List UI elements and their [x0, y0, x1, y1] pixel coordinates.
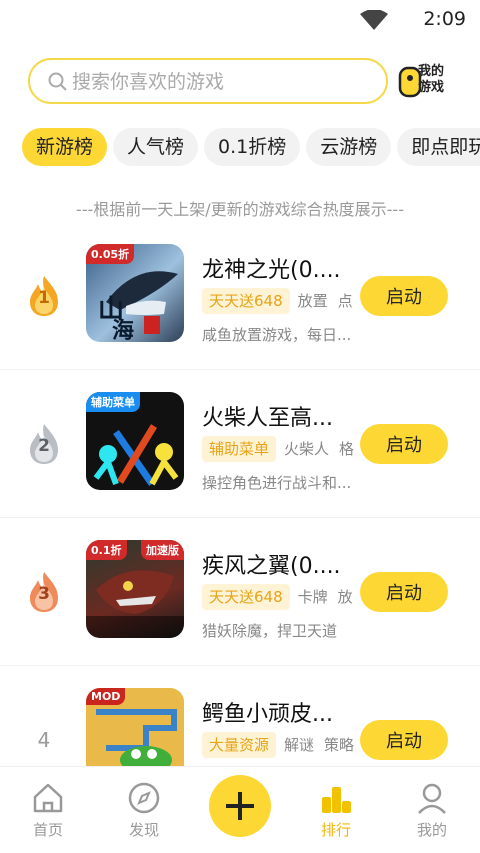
rank-number: 3: [38, 584, 50, 604]
list-item[interactable]: 3 0.1折 加速版 疾风之翼(0.... 天天送648 卡牌放 猎妖除魔，捍卫天…: [0, 518, 480, 666]
ranking-icon: [322, 787, 351, 813]
game-tag: 格: [339, 440, 355, 458]
status-bar: 2:09: [0, 0, 480, 40]
game-tag: 点: [337, 292, 353, 310]
nav-discover-label: 发现: [128, 821, 159, 839]
my-games-button[interactable]: 我的游戏: [398, 62, 454, 102]
rank-number: 1: [38, 288, 50, 308]
highlight-tag: 辅助菜单: [202, 436, 277, 462]
game-title: 龙神之光(0....: [202, 258, 341, 283]
game-title: 火柴人至高...: [202, 406, 333, 431]
game-list: 1 山 海 0.05折 龙神之光(0.... 天天送648 放置点 咸鱼放置游戏，…: [0, 222, 480, 814]
ranking-note: ---根据前一天上架/更新的游戏综合热度展示---: [75, 200, 405, 219]
discount-badge: 0.05折: [86, 244, 135, 264]
game-tag: 放置: [297, 292, 328, 310]
game-tag: 卡牌: [297, 588, 328, 606]
game-tags: 大量资源 解谜 策略: [202, 732, 362, 760]
home-icon: [33, 783, 63, 813]
game-title: 鳄鱼小顽皮...: [202, 702, 333, 727]
search-row: 我的游戏: [0, 58, 480, 104]
launch-button[interactable]: 启动: [360, 720, 448, 760]
nav-discover[interactable]: 发现: [114, 781, 174, 840]
menu-badge: 辅助菜单: [86, 392, 140, 412]
rank-number: 2: [38, 436, 50, 456]
wifi-icon: [360, 10, 388, 30]
game-tags: 天天送648 卡牌放: [202, 584, 362, 612]
tab-popular[interactable]: 人气榜: [113, 128, 199, 166]
svg-text:海: 海: [112, 318, 134, 342]
search-input[interactable]: [72, 68, 372, 96]
search-box[interactable]: [28, 58, 388, 104]
bottom-nav: 首页 发现 排行 我的: [0, 766, 480, 853]
list-item[interactable]: 1 山 海 0.05折 龙神之光(0.... 天天送648 放置点 咸鱼放置游戏，…: [0, 222, 480, 370]
search-icon: [48, 72, 67, 91]
tab-cloud[interactable]: 云游榜: [306, 128, 392, 166]
game-icon[interactable]: 0.1折 加速版: [86, 540, 184, 638]
rank-number: 4: [37, 728, 51, 752]
highlight-tag: 天天送648: [202, 584, 290, 610]
rank-badge: 4: [26, 718, 62, 762]
category-tabs: 新游榜 人气榜 0.1折榜 云游榜 即点即玩: [22, 128, 480, 168]
add-button[interactable]: [209, 775, 271, 837]
game-icon[interactable]: 辅助菜单: [86, 392, 184, 490]
nav-mine[interactable]: 我的: [402, 781, 462, 840]
discount-badge: 0.1折: [86, 540, 127, 560]
rank-badge-silver: 2: [26, 422, 62, 466]
highlight-tag: 天天送648: [202, 288, 290, 314]
tab-instant-play[interactable]: 即点即玩: [397, 128, 480, 166]
rank-badge-gold: 1: [26, 274, 62, 318]
nav-home-label: 首页: [32, 821, 63, 839]
launch-button[interactable]: 启动: [360, 276, 448, 316]
nav-mine-label: 我的: [416, 821, 447, 839]
game-description: 操控角色进行战斗和...: [202, 474, 352, 492]
speed-badge: 加速版: [141, 540, 184, 560]
game-icon[interactable]: 山 海 0.05折: [86, 244, 184, 342]
list-item[interactable]: 2 辅助菜单 火柴人至高... 辅助菜单 火柴人格 操控角色进行战斗和... 启动: [0, 370, 480, 518]
game-description: 猎妖除魔，捍卫天道: [202, 622, 338, 640]
tab-new-games[interactable]: 新游榜: [22, 128, 108, 166]
game-tag: 放: [337, 588, 353, 606]
plus-icon: [226, 792, 254, 820]
nav-rank-label: 排行: [320, 821, 351, 839]
rank-badge-bronze: 3: [26, 570, 62, 614]
game-tag: 策略: [324, 736, 355, 754]
nav-home[interactable]: 首页: [18, 781, 78, 840]
highlight-tag: 大量资源: [202, 732, 277, 758]
user-icon: [418, 783, 446, 814]
game-description: 咸鱼放置游戏，每日...: [202, 326, 352, 344]
compass-icon: [128, 782, 160, 814]
launch-button[interactable]: 启动: [360, 424, 448, 464]
game-tag: 解谜: [284, 736, 315, 754]
my-games-label: 我的游戏: [418, 64, 445, 95]
tab-discount[interactable]: 0.1折榜: [204, 128, 301, 166]
nav-rank[interactable]: 排行: [306, 781, 366, 840]
game-title: 疾风之翼(0....: [202, 554, 341, 579]
status-time: 2:09: [423, 8, 466, 30]
game-tags: 辅助菜单 火柴人格: [202, 436, 362, 464]
launch-button[interactable]: 启动: [360, 572, 448, 612]
mod-badge: MOD: [86, 688, 126, 705]
game-tag: 火柴人: [284, 440, 330, 458]
game-tags: 天天送648 放置点: [202, 288, 362, 316]
